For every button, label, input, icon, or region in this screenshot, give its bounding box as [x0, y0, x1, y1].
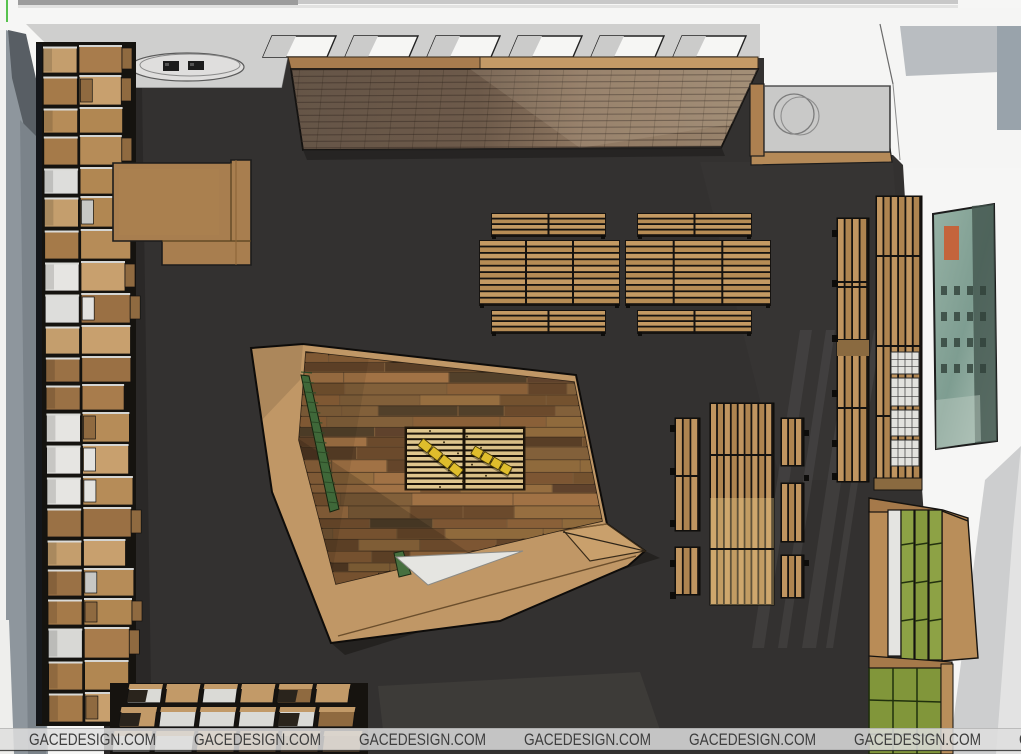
svg-text:GACEDESIGN.COM: GACEDESIGN.COM [524, 730, 651, 749]
svg-text:GACEDESIGN.COM: GACEDESIGN.COM [194, 730, 321, 749]
svg-text:GACEDESIGN.COM: GACEDESIGN.COM [854, 730, 981, 749]
svg-text:GACEDESIGN.COM: GACEDESIGN.COM [689, 730, 816, 749]
svg-text:GACEDESIGN.COM: GACEDESIGN.COM [359, 730, 486, 749]
svg-text:GACEDESIGN.COM: GACEDESIGN.COM [29, 730, 156, 749]
